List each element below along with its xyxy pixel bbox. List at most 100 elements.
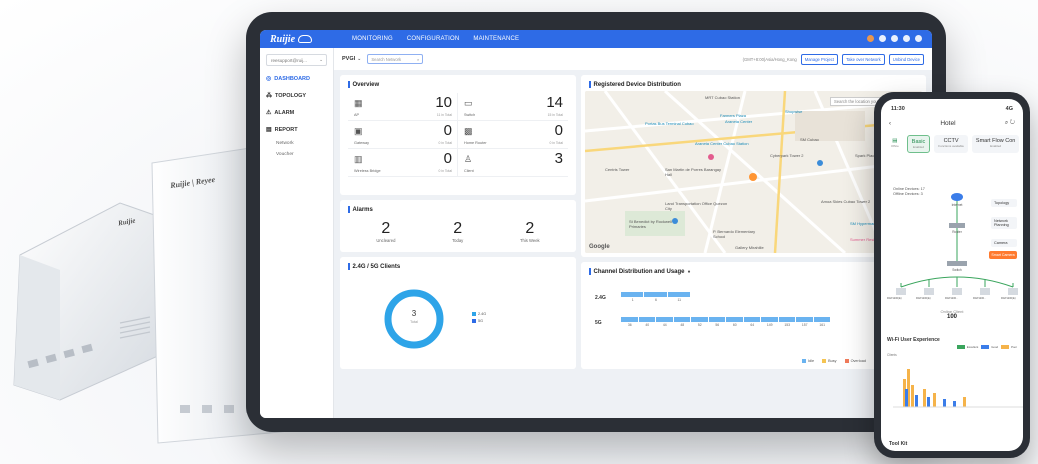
ap-label: RAP1200.. (945, 297, 958, 300)
scenario-smart-flow[interactable]: Smart Flow Con Enabled (971, 135, 1020, 153)
ap-label: RAP1200(E) (916, 297, 931, 300)
info-icon: ● (687, 268, 691, 275)
search-icon: ⌕ (417, 56, 420, 62)
band-24-label: 2.4G (595, 295, 606, 301)
legend-24g: 2.4G (472, 312, 486, 316)
take-over-network-button[interactable]: Take over Network (842, 53, 885, 65)
project-selector[interactable]: PVGI (342, 56, 355, 62)
sidebar-subitem-voucher[interactable]: Voucher (260, 149, 333, 160)
device-map[interactable]: Search the location you need MRT Cubao S… (585, 91, 922, 253)
node-internet[interactable]: Internet (945, 203, 969, 207)
toolbar: PVGI ⌄ Search Network ⌕ (GMT+8:00)Asia/Ho… (334, 48, 932, 70)
channel-label: 52 (697, 323, 702, 327)
map-label: Cyberpark Tower 2 (770, 153, 804, 158)
map-label: Centris Tower (605, 167, 630, 172)
sidebar-item-alarm[interactable]: ⚠ ALARM (260, 104, 333, 121)
sidebar-item-dashboard[interactable]: ◎ DASHBOARD (260, 70, 333, 87)
ap-label: RAP1200(E) (887, 297, 902, 300)
phone-device: 11:30 4G ‹ Hotel ⌕ ↻ ▤ Office Basic Enabled… (874, 92, 1030, 458)
map-label: Gallery Mirahille (735, 245, 764, 250)
network-planning-button[interactable]: Network Planning (991, 217, 1017, 229)
map-label: Farmers Plaza (720, 113, 747, 118)
notification-icon[interactable] (867, 35, 874, 42)
channel-bar (813, 317, 830, 322)
channel-bar (796, 317, 813, 322)
ruijie-logo[interactable]: Ruijie (260, 30, 334, 48)
map-label: Amoa Skies Cubao Tower 2 (821, 199, 871, 204)
sidebar-subitem-network[interactable]: Network (260, 138, 333, 149)
phone-title: Hotel (940, 120, 956, 127)
map-label: Araneta Center Cubao Station (695, 141, 749, 146)
topology-button[interactable]: Topology (991, 199, 1017, 207)
overview-card: Overview ▦ AP 10 11 in Total ▭ Switch 14 15 in… (340, 75, 576, 195)
phone-topology: Online Devices: 17 Offline Devices: 3 Int… (887, 187, 1018, 329)
phone-header: ‹ Hotel ⌕ ↻ (881, 112, 1023, 127)
alarm-this-week[interactable]: 2 This Week (520, 220, 540, 243)
overview-client[interactable]: ♙ Client 3 (458, 149, 568, 177)
office-tab[interactable]: ▤ Office (887, 135, 903, 153)
sidebar-item-report[interactable]: ▤ REPORT (260, 121, 333, 138)
account-selector[interactable]: reesupport@ruij... ⌄ (266, 54, 327, 66)
top-icons (867, 35, 922, 42)
clients-total-label: Total (409, 320, 419, 324)
channel-bar (621, 292, 644, 297)
camera-button[interactable]: Camera (991, 239, 1017, 247)
channel-legend: Idle Busy Overload (802, 359, 866, 363)
message-icon[interactable] (879, 35, 886, 42)
map-label: Portas Bus Terminal Cubao (645, 121, 694, 126)
tab-maintenance[interactable]: MAINTENANCE (473, 36, 519, 42)
map-label: SM Hypermart (850, 221, 876, 226)
wifi-legend: Excellent Good Poor (956, 345, 1017, 349)
back-icon[interactable]: ‹ (889, 121, 891, 127)
alarm-today[interactable]: 2 Today (452, 220, 463, 243)
tab-configuration[interactable]: CONFIGURATION (407, 36, 460, 42)
map-label: Shopwise (785, 109, 803, 114)
node-switch[interactable]: Switch (945, 268, 969, 272)
channel-label: 56 (715, 323, 720, 327)
overview-ap[interactable]: ▦ AP 10 11 in Total (348, 93, 458, 121)
legend-busy: Busy (822, 359, 837, 363)
node-router[interactable]: Router (945, 230, 969, 234)
overview-wireless-bridge[interactable]: ▥ Wireless Bridge 0 0 in Total (348, 149, 458, 177)
product-showcase: Ruijie Ruijie | Reyee Ruijie MONITORING … (0, 0, 1038, 464)
ap-label: RAP1200(E) (1001, 297, 1016, 300)
overview-home-router[interactable]: ▩ Home Router 0 0 in Total (458, 121, 568, 149)
online-client: Online Client 100 (940, 309, 964, 320)
manage-project-button[interactable]: Manage Project (800, 53, 839, 65)
report-icon: ▤ (266, 127, 272, 133)
timezone-text: (GMT+8:00)Asia/Hong_Kong (742, 56, 797, 62)
sidebar-item-topology[interactable]: ⁂ TOPOLOGY (260, 87, 333, 104)
user-icon[interactable] (915, 35, 922, 42)
legend-idle: Idle (802, 359, 814, 363)
clients-donut (384, 289, 444, 349)
tablet-device: Ruijie MONITORING CONFIGURATION MAINTENA… (246, 12, 946, 432)
network-search-input[interactable]: Search Network ⌕ (367, 54, 424, 64)
alarms-row: 2 Uncleared 2 Today 2 This Week (348, 220, 568, 243)
help-icon[interactable] (891, 35, 898, 42)
wifi-experience-card: Wi-Fi User Experience Excellent Good Poo… (887, 337, 1023, 423)
search-refresh-icons[interactable]: ⌕ ↻ (1005, 120, 1015, 127)
cloud-icon (298, 35, 313, 43)
wifi-title: Wi-Fi User Experience (887, 337, 940, 343)
tab-monitoring[interactable]: MONITORING (352, 36, 393, 42)
channel-bar (726, 317, 743, 322)
scenario-basic[interactable]: Basic Enabled (906, 135, 931, 153)
smart-camera-button[interactable]: Smart Camera (989, 251, 1017, 259)
wifi-experience-chart (893, 369, 1023, 408)
topology-icon: ⁂ (266, 93, 272, 99)
alarm-uncleared[interactable]: 2 Uncleared (376, 220, 395, 243)
unbind-device-button[interactable]: Unbind Device (888, 53, 924, 65)
toolkit-label[interactable]: Tool Kit (889, 441, 907, 447)
scenario-tabs: ▤ Office Basic Enabled CCTV Functions avail… (881, 127, 1023, 153)
home-router-icon: ▩ (464, 126, 473, 136)
google-watermark: Google (589, 244, 610, 250)
scenario-cctv[interactable]: CCTV Functions available (934, 135, 968, 153)
overview-grid: ▦ AP 10 11 in Total ▭ Switch 14 15 in Total ▣ G… (348, 93, 568, 177)
alarms-card: Alarms 2 Uncleared 2 Today 2 This Week (340, 200, 576, 252)
overview-switch[interactable]: ▭ Switch 14 15 in Total (458, 93, 568, 121)
overview-gateway[interactable]: ▣ Gateway 0 0 in Total (348, 121, 458, 149)
settings-icon[interactable] (903, 35, 910, 42)
channel-5-bars: 36 40 44 48 52 56 60 64 149 153 157 161 (621, 317, 831, 331)
channel-bar (638, 317, 655, 322)
channel-label: 6 (655, 298, 657, 302)
